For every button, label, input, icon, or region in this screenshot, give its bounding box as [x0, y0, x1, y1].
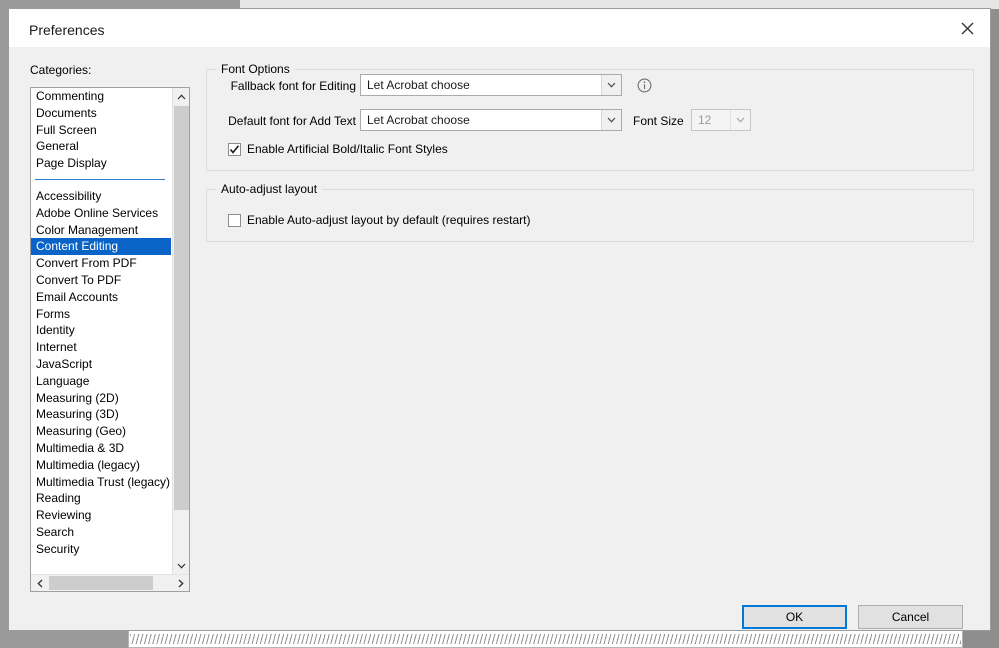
dialog-title: Preferences — [29, 22, 104, 38]
categories-label: Categories: — [30, 63, 91, 77]
artificial-styles-checkbox-row[interactable]: Enable Artificial Bold/Italic Font Style… — [228, 142, 448, 156]
sidebar-item-reading[interactable]: Reading — [31, 490, 171, 507]
font-size-select[interactable]: 12 — [691, 109, 751, 131]
backdrop-page-hatching — [130, 634, 961, 644]
default-font-value: Let Acrobat choose — [361, 110, 601, 130]
info-icon[interactable] — [637, 78, 652, 93]
artificial-styles-checkbox[interactable] — [228, 143, 241, 156]
separator-line — [35, 179, 165, 180]
fallback-font-value: Let Acrobat choose — [361, 75, 601, 95]
auto-adjust-checkbox-row[interactable]: Enable Auto-adjust layout by default (re… — [228, 213, 531, 227]
dialog-title-bar: Preferences — [9, 9, 990, 47]
sidebar-item-convert-to-pdf[interactable]: Convert To PDF — [31, 272, 171, 289]
sidebar-item-forms[interactable]: Forms — [31, 306, 171, 323]
close-icon[interactable] — [944, 9, 990, 47]
default-font-label: Default font for Add Text — [226, 114, 356, 128]
sidebar-item-internet[interactable]: Internet — [31, 339, 171, 356]
sidebar-item-language[interactable]: Language — [31, 373, 171, 390]
auto-adjust-checkbox[interactable] — [228, 214, 241, 227]
dialog-body: Categories: CommentingDocumentsFull Scre… — [9, 47, 990, 630]
sidebar-item-multimedia-trust-legacy[interactable]: Multimedia Trust (legacy) — [31, 474, 171, 491]
preferences-dialog: Preferences Categories: CommentingDocume… — [8, 8, 991, 631]
chevron-down-icon[interactable] — [730, 110, 750, 130]
sidebar-item-measuring-geo[interactable]: Measuring (Geo) — [31, 423, 171, 440]
sidebar-item-accessibility[interactable]: Accessibility — [31, 188, 171, 205]
cancel-button[interactable]: Cancel — [858, 605, 963, 629]
sidebar-item-measuring-3d[interactable]: Measuring (3D) — [31, 406, 171, 423]
sidebar-item-convert-from-pdf[interactable]: Convert From PDF — [31, 255, 171, 272]
backdrop-left-strip — [0, 8, 8, 648]
auto-adjust-label: Enable Auto-adjust layout by default (re… — [247, 213, 531, 227]
ok-button[interactable]: OK — [742, 605, 847, 629]
categories-list: CommentingDocumentsFull ScreenGeneralPag… — [31, 88, 171, 574]
horizontal-scroll-thumb[interactable] — [49, 576, 153, 590]
sidebar-item-measuring-2d[interactable]: Measuring (2D) — [31, 390, 171, 407]
sidebar-item-javascript[interactable]: JavaScript — [31, 356, 171, 373]
artificial-styles-label: Enable Artificial Bold/Italic Font Style… — [247, 142, 448, 156]
auto-adjust-group-title: Auto-adjust layout — [216, 182, 322, 196]
fallback-font-select[interactable]: Let Acrobat choose — [360, 74, 622, 96]
default-font-select[interactable]: Let Acrobat choose — [360, 109, 622, 131]
sidebar-item-reviewing[interactable]: Reviewing — [31, 507, 171, 524]
sidebar-item-multimedia-3d[interactable]: Multimedia & 3D — [31, 440, 171, 457]
settings-pane: Font Options Fallback font for Editing L… — [206, 47, 981, 630]
sidebar-item-full-screen[interactable]: Full Screen — [31, 122, 171, 139]
chevron-up-icon[interactable] — [173, 88, 189, 105]
categories-horizontal-scrollbar[interactable] — [31, 574, 189, 591]
chevron-down-icon[interactable] — [601, 75, 621, 95]
font-size-value: 12 — [692, 110, 730, 130]
vertical-scroll-thumb[interactable] — [174, 106, 189, 510]
categories-separator — [31, 172, 171, 188]
sidebar-item-commenting[interactable]: Commenting — [31, 88, 171, 105]
sidebar-item-security[interactable]: Security — [31, 541, 171, 558]
fallback-font-label: Fallback font for Editing — [226, 79, 356, 93]
sidebar-item-identity[interactable]: Identity — [31, 322, 171, 339]
sidebar-item-content-editing[interactable]: Content Editing — [31, 238, 171, 255]
sidebar-item-search[interactable]: Search — [31, 524, 171, 541]
sidebar-item-general[interactable]: General — [31, 138, 171, 155]
sidebar-item-page-display[interactable]: Page Display — [31, 155, 171, 172]
sidebar-item-documents[interactable]: Documents — [31, 105, 171, 122]
chevron-right-icon[interactable] — [172, 575, 189, 591]
categories-vertical-scrollbar[interactable] — [172, 88, 189, 574]
categories-listbox[interactable]: CommentingDocumentsFull ScreenGeneralPag… — [30, 87, 190, 592]
font-size-label: Font Size — [633, 114, 693, 128]
sidebar-item-color-management[interactable]: Color Management — [31, 222, 171, 239]
sidebar-item-email-accounts[interactable]: Email Accounts — [31, 289, 171, 306]
font-options-group-title: Font Options — [216, 62, 295, 76]
chevron-left-icon[interactable] — [31, 575, 48, 591]
chevron-down-icon[interactable] — [173, 557, 189, 574]
sidebar-item-adobe-online-services[interactable]: Adobe Online Services — [31, 205, 171, 222]
chevron-down-icon[interactable] — [601, 110, 621, 130]
sidebar-item-multimedia-legacy[interactable]: Multimedia (legacy) — [31, 457, 171, 474]
